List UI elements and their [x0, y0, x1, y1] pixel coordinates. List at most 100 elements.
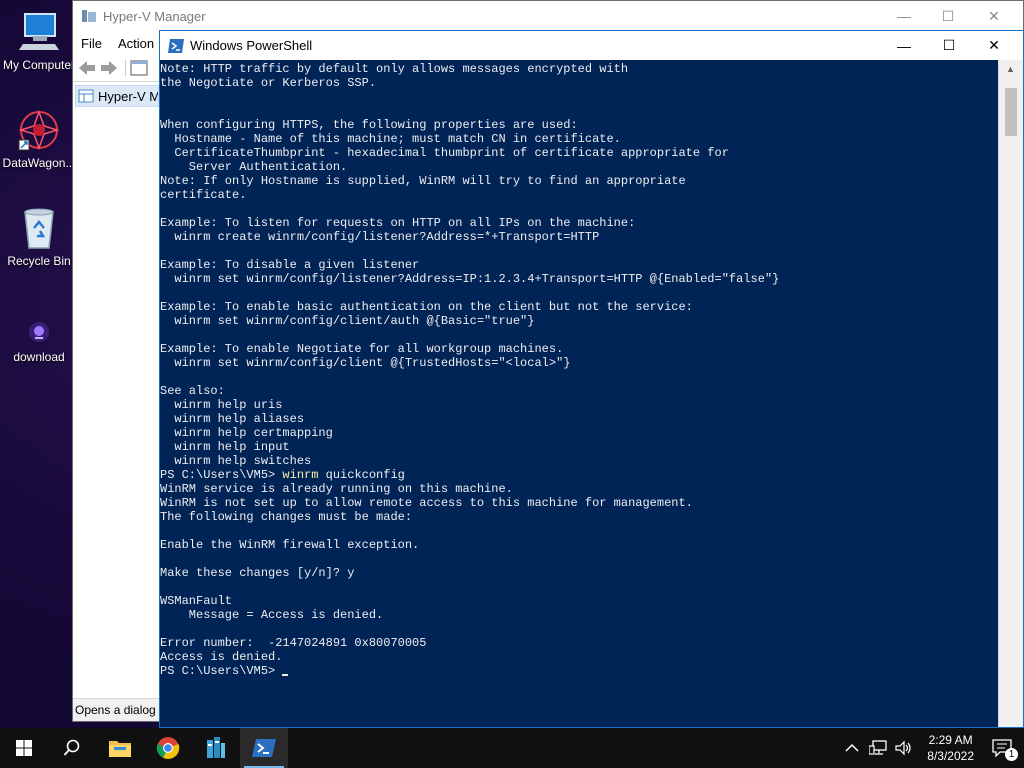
network-icon[interactable]	[869, 740, 887, 756]
clock-date: 8/3/2022	[927, 749, 974, 763]
console-line: Example: To listen for requests on HTTP …	[160, 216, 636, 230]
powershell-taskbar-button[interactable]	[240, 728, 288, 768]
desktop-icon-label: download	[13, 350, 65, 364]
powershell-title-bar[interactable]: Windows PowerShell — ☐ ✕	[160, 31, 1023, 60]
search-icon	[63, 739, 80, 756]
hyperv-console-tree: Hyper-V Manager	[73, 83, 159, 697]
hyperv-node-icon	[78, 89, 94, 103]
volume-icon[interactable]	[895, 740, 913, 756]
notification-badge: 1	[1005, 748, 1018, 761]
menu-action[interactable]: Action	[110, 36, 162, 51]
desktop-icon-my-computer[interactable]: My Computer	[0, 10, 78, 72]
chrome-button[interactable]	[144, 728, 192, 768]
hyperv-title-bar[interactable]: Hyper-V Manager — ☐ ✕	[73, 1, 1023, 31]
minimize-button[interactable]: —	[881, 1, 927, 31]
close-button[interactable]: ✕	[971, 1, 1017, 31]
console-prompt: PS C:\Users\VM5>	[160, 664, 283, 678]
console-line: CertificateThumbprint - hexadecimal thum…	[160, 146, 729, 160]
powershell-window[interactable]: Windows PowerShell — ☐ ✕ Note: HTTP traf…	[159, 30, 1024, 728]
scrollbar-thumb[interactable]	[1005, 88, 1017, 136]
console-line: certificate.	[160, 188, 247, 202]
hyperv-title: Hyper-V Manager	[103, 8, 206, 24]
console-line: WinRM service is already running on this…	[160, 482, 513, 496]
taskbar-clock[interactable]: 2:29 AM 8/3/2022	[927, 732, 974, 764]
console-line: Error number: -2147024891 0x80070005	[160, 636, 427, 650]
notification-center-button[interactable]: 1	[992, 739, 1018, 761]
chevron-up-icon[interactable]	[845, 743, 859, 753]
taskbar: 2:29 AM 8/3/2022 1	[0, 728, 1024, 768]
console-line: winrm create winrm/config/listener?Addre…	[160, 230, 600, 244]
desktop-icon-label: DataWagon...	[2, 156, 76, 170]
console-command-line: PS C:\Users\VM5> winrm quickconfig	[160, 468, 999, 482]
console-line: winrm help input	[160, 440, 290, 454]
console-command-args: quickconfig	[318, 468, 405, 482]
console-tree-icon[interactable]	[125, 60, 148, 76]
console-line: Example: To enable basic authentication …	[160, 300, 693, 314]
desktop-icon-download[interactable]: download	[0, 318, 78, 364]
hyperv-app-icon	[81, 8, 97, 24]
forward-arrow-icon[interactable]	[99, 59, 119, 77]
console-input-line[interactable]: PS C:\Users\VM5>	[160, 664, 999, 678]
console-line: Example: To enable Negotiate for all wor…	[160, 342, 564, 356]
download-icon	[27, 318, 51, 346]
console-line: winrm help aliases	[160, 412, 305, 426]
console-command: winrm	[282, 468, 319, 482]
system-tray: 2:29 AM 8/3/2022 1	[845, 728, 1024, 768]
search-button[interactable]	[48, 728, 96, 768]
console-line: Note: HTTP traffic by default only allow…	[160, 62, 629, 76]
console-line: winrm set winrm/config/client/auth @{Bas…	[160, 314, 535, 328]
close-button[interactable]: ✕	[971, 31, 1017, 60]
minimize-button[interactable]: —	[881, 31, 927, 60]
desktop-icon-recycle-bin[interactable]: Recycle Bin	[0, 206, 78, 268]
console-line: winrm help uris	[160, 398, 283, 412]
maximize-button[interactable]: ☐	[925, 1, 971, 31]
console-line: Note: If only Hostname is supplied, WinR…	[160, 174, 686, 188]
console-line: When configuring HTTPS, the following pr…	[160, 118, 578, 132]
console-line: Access is denied.	[160, 650, 283, 664]
console-line: Server Authentication.	[160, 160, 348, 174]
console-line: winrm set winrm/config/client @{TrustedH…	[160, 356, 571, 370]
server-manager-button[interactable]	[192, 728, 240, 768]
start-icon	[16, 740, 32, 756]
console-line: WinRM is not set up to allow remote acce…	[160, 496, 693, 510]
back-arrow-icon[interactable]	[77, 59, 97, 77]
vertical-scrollbar[interactable]: ▲	[998, 60, 1023, 727]
console-prompt: PS C:\Users\VM5>	[160, 468, 283, 482]
desktop-icon-label: My Computer	[2, 58, 76, 72]
maximize-button[interactable]: ☐	[926, 31, 972, 60]
menu-file[interactable]: File	[73, 36, 110, 51]
console-line: WSManFault	[160, 594, 233, 608]
powershell-console[interactable]: Note: HTTP traffic by default only allow…	[160, 60, 999, 727]
scroll-up-arrow-icon[interactable]: ▲	[1006, 64, 1015, 74]
file-explorer-button[interactable]	[96, 728, 144, 768]
text-cursor	[282, 674, 289, 676]
start-button[interactable]	[0, 728, 48, 768]
console-line: The following changes must be made:	[160, 510, 413, 524]
console-line: Message = Access is denied.	[160, 608, 384, 622]
file-explorer-icon	[109, 741, 131, 757]
powershell-title: Windows PowerShell	[190, 38, 313, 53]
console-line: winrm set winrm/config/listener?Address=…	[160, 272, 780, 286]
tree-node-hyperv-manager[interactable]: Hyper-V Manager	[75, 85, 159, 107]
tree-node-label: Hyper-V Manager	[98, 88, 158, 104]
powershell-icon	[252, 739, 276, 757]
computer-icon	[17, 10, 61, 54]
chrome-icon	[156, 737, 180, 759]
console-line: Make these changes [y/n]? y	[160, 566, 355, 580]
desktop-icon-datawagon[interactable]: DataWagon...	[0, 108, 78, 170]
console-line: See also:	[160, 384, 225, 398]
console-line: winrm help switches	[160, 454, 312, 468]
console-line: Example: To disable a given listener	[160, 258, 420, 272]
desktop-icon-label: Recycle Bin	[7, 254, 71, 268]
clock-time: 2:29 AM	[928, 733, 973, 747]
datawagon-icon	[17, 108, 61, 152]
console-line: winrm help certmapping	[160, 426, 333, 440]
